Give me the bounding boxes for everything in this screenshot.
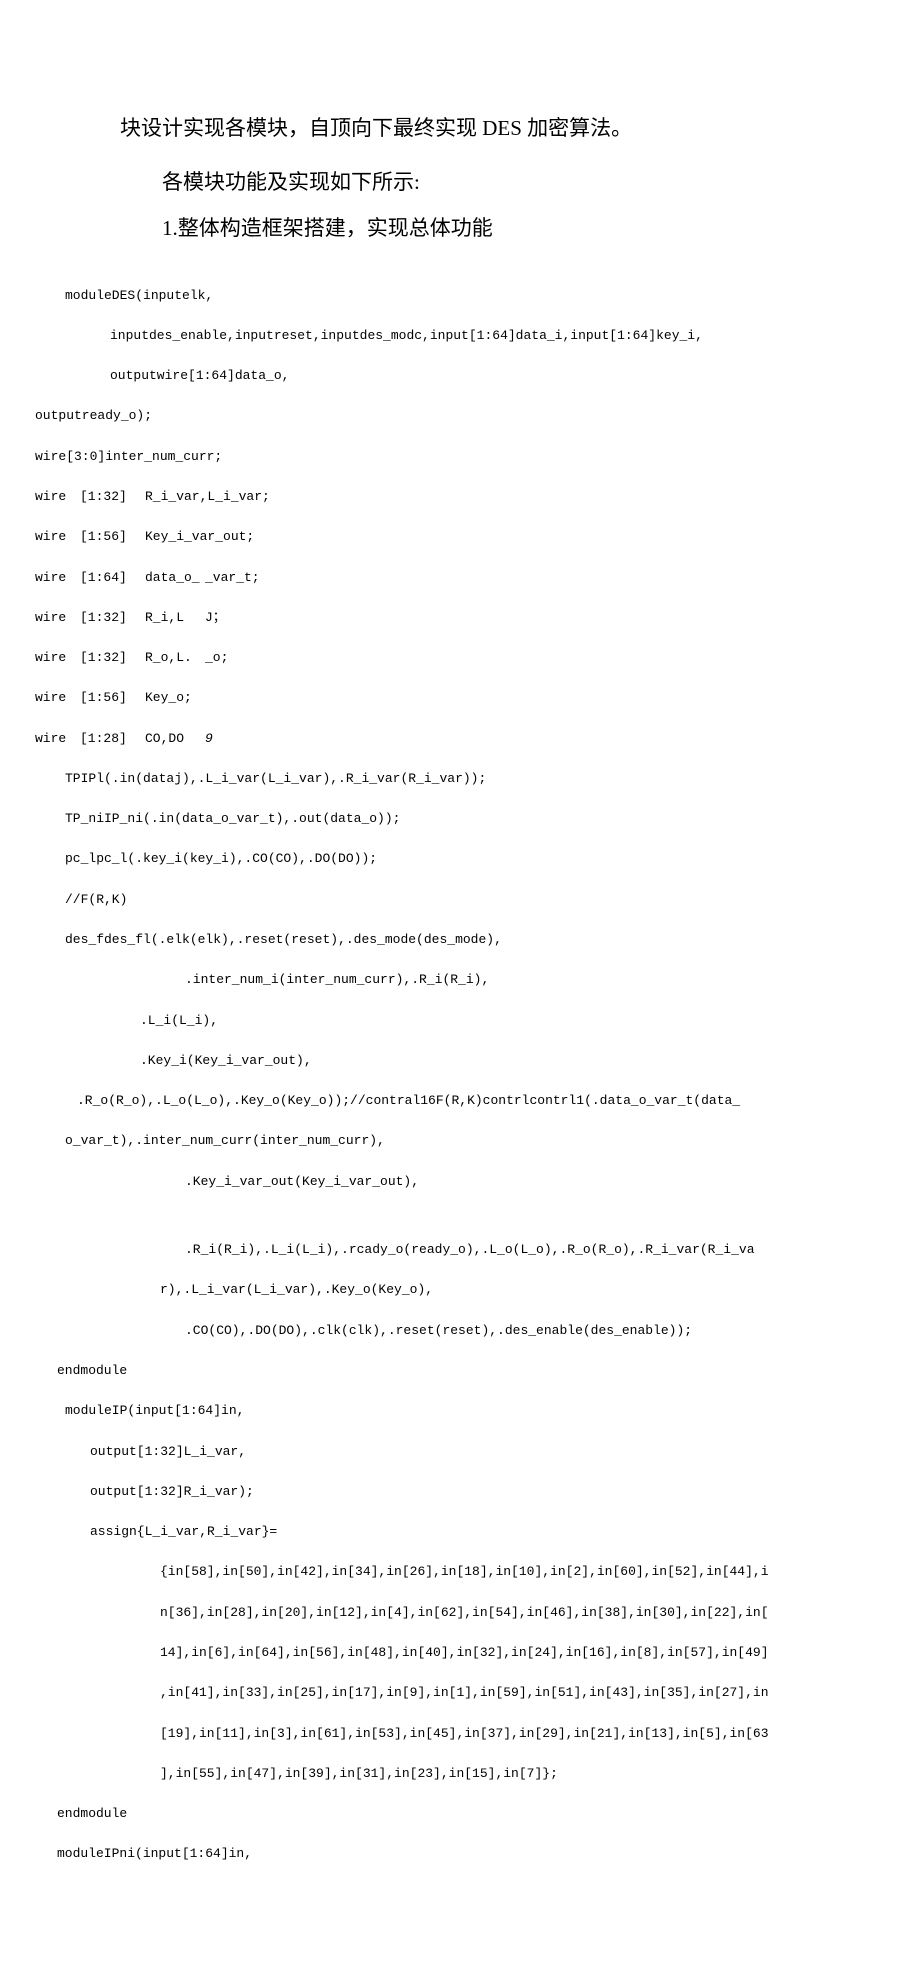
code-line: .Key_i_var_out(Key_i_var_out), [35,1172,820,1192]
code-line: output[1:32]R_i_var); [35,1482,820,1502]
code-line: //F(R,K) [35,890,820,910]
code-line: wire[1:64]data_o__var_t; [35,568,820,588]
code-line: o_var_t),.inter_num_curr(inter_num_curr)… [35,1131,820,1151]
code-line: wire[3:0]inter_num_curr; [35,447,820,467]
code-line: inputdes_enable,inputreset,inputdes_modc… [35,326,820,346]
code-line: .Key_i(Key_i_var_out), [35,1051,820,1071]
code-line: wire[1:32]R_i_var,L_i_var; [35,487,820,507]
code-line: .L_i(L_i), [35,1011,820,1031]
code-line: wire[1:56]Key_i_var_out; [35,527,820,547]
code-line: 14],in[6],in[64],in[56],in[48],in[40],in… [35,1643,820,1663]
code-line: wire[1:32]R_i,LJ； [35,608,820,628]
code-line: {in[58],in[50],in[42],in[34],in[26],in[1… [35,1562,820,1582]
code-line: wire[1:32]R_o,L._o; [35,648,820,668]
code-line: .inter_num_i(inter_num_curr),.R_i(R_i), [35,970,820,990]
code-line: endmodule [35,1804,820,1824]
code-line: des_fdes_fl(.elk(elk),.reset(reset),.des… [35,930,820,950]
code-line: TP_niIP_ni(.in(data_o_var_t),.out(data_o… [35,809,820,829]
code-line: outputwire[1:64]data_o, [35,366,820,386]
code-line: moduleDES(inputelk, [35,286,820,306]
heading-line-3: 1.整体构造框架搭建，实现总体功能 [120,210,820,248]
code-line: endmodule [35,1361,820,1381]
code-line: assign{L_i_var,R_i_var}= [35,1522,820,1542]
section-heading: 块设计实现各模块，自顶向下最终实现 DES 加密算法。 各模块功能及实现如下所示… [120,110,820,247]
code-line: .CO(CO),.DO(DO),.clk(clk),.reset(reset),… [35,1321,820,1341]
document-page: 块设计实现各模块，自顶向下最终实现 DES 加密算法。 各模块功能及实现如下所示… [0,0,920,1965]
code-line: wire[1:56]Key_o; [35,688,820,708]
code-line: .R_o(R_o),.L_o(L_o),.Key_o(Key_o));//con… [35,1091,820,1111]
code-line: output[1:32]L_i_var, [35,1442,820,1462]
heading-line-2: 各模块功能及实现如下所示: [120,164,820,202]
heading-line-1: 块设计实现各模块，自顶向下最终实现 DES 加密算法。 [120,110,820,148]
code-line: outputready_o); [35,406,820,426]
code-block: moduleDES(inputelk, inputdes_enable,inpu… [35,265,820,1904]
code-line: moduleIPni(input[1:64]in, [35,1844,820,1864]
code-line: wire[1:28]CO,DO9 [35,729,820,749]
code-line: moduleIP(input[1:64]in, [35,1401,820,1421]
code-line: ],in[55],in[47],in[39],in[31],in[23],in[… [35,1764,820,1784]
code-line: .R_i(R_i),.L_i(L_i),.rcady_o(ready_o),.L… [35,1240,820,1260]
code-line: ,in[41],in[33],in[25],in[17],in[9],in[1]… [35,1683,820,1703]
code-line: TPIPl(.in(dataj),.L_i_var(L_i_var),.R_i_… [35,769,820,789]
code-line: r),.L_i_var(L_i_var),.Key_o(Key_o), [35,1280,820,1300]
code-line: n[36],in[28],in[20],in[12],in[4],in[62],… [35,1603,820,1623]
code-line [35,1212,820,1220]
code-line: pc_lpc_l(.key_i(key_i),.CO(CO),.DO(DO)); [35,849,820,869]
code-line: [19],in[11],in[3],in[61],in[53],in[45],i… [35,1724,820,1744]
